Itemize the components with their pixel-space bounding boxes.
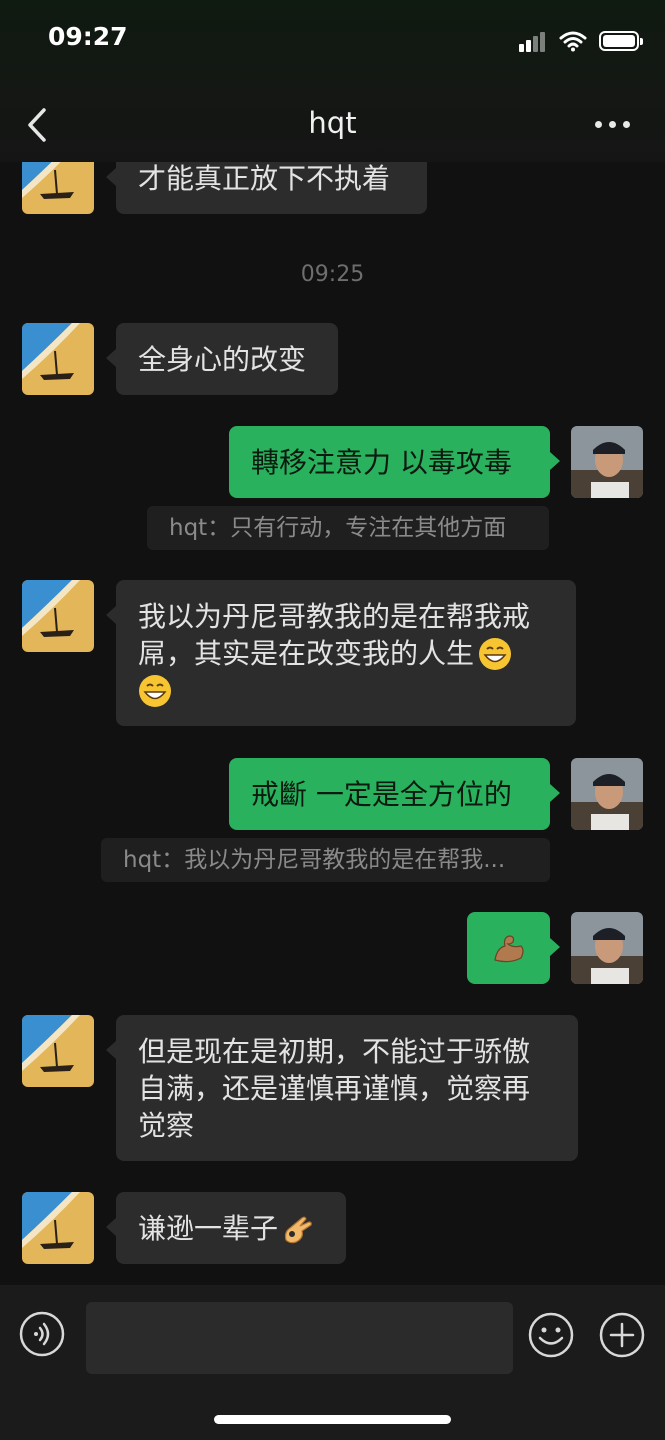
status-time: 09:27 xyxy=(48,22,128,51)
dot-icon xyxy=(623,120,630,128)
sent-message-bubble[interactable]: 轉移注意力 以毒攻毒 xyxy=(229,426,560,498)
message-text: 全身心的改变 xyxy=(138,343,307,376)
message-text-line: 自满，还是谨慎再谨慎，觉察再 xyxy=(138,1072,531,1105)
emoji-line xyxy=(138,672,554,709)
my-avatar[interactable] xyxy=(571,912,643,984)
more-options-button[interactable] xyxy=(595,118,635,130)
message-text: 才能真正放下不执着 xyxy=(138,162,391,195)
wifi-icon xyxy=(559,31,587,52)
contact-avatar[interactable] xyxy=(22,323,94,395)
voice-icon xyxy=(19,1311,65,1357)
message-bubble[interactable]: 谦逊一辈子 xyxy=(106,1192,346,1264)
battery-icon xyxy=(599,31,643,51)
ok-hand-emoji-icon xyxy=(284,1216,312,1243)
quoted-reply[interactable]: hqt：我以为丹尼哥教我的是在帮我... xyxy=(101,838,550,882)
smiley-icon xyxy=(528,1312,574,1358)
message-input[interactable] xyxy=(86,1302,513,1374)
top-bar: 09:27 hqt xyxy=(0,0,665,162)
quoted-reply[interactable]: hqt：只有行动，专注在其他方面 xyxy=(147,506,549,550)
message-text-line: 但是现在是初期，不能过于骄傲 xyxy=(138,1035,531,1068)
message-bubble[interactable]: 但是现在是初期，不能过于骄傲 自满，还是谨慎再谨慎，觉察再 觉察 xyxy=(106,1015,578,1161)
grinning-face-emoji-icon xyxy=(479,637,512,670)
message-bubble[interactable]: 全身心的改变 xyxy=(106,323,338,395)
plus-circle-icon xyxy=(599,1312,645,1358)
dot-icon xyxy=(609,120,616,128)
grinning-face-emoji-icon xyxy=(139,674,171,707)
emoji-button[interactable] xyxy=(527,1311,575,1359)
cellular-signal-icon xyxy=(519,30,547,52)
status-icons xyxy=(519,28,643,54)
sent-message-bubble[interactable] xyxy=(467,912,560,984)
message-text-line-with-emoji: 屌，其实是在改变我的人生 xyxy=(138,635,554,672)
message-bubble[interactable]: 我以为丹尼哥教我的是在帮我戒 屌，其实是在改变我的人生 xyxy=(106,580,576,726)
message-text-line: 我以为丹尼哥教我的是在帮我戒 xyxy=(138,600,531,633)
contact-avatar[interactable] xyxy=(22,1192,94,1264)
voice-input-button[interactable] xyxy=(19,1311,65,1357)
message-text: 轉移注意力 以毒攻毒 xyxy=(251,446,512,479)
message-text: 戒斷 一定是全方位的 xyxy=(251,778,512,811)
my-avatar[interactable] xyxy=(571,426,643,498)
chat-title: hqt xyxy=(308,106,357,140)
home-indicator xyxy=(214,1415,451,1424)
input-bar xyxy=(0,1285,665,1440)
flexed-biceps-emoji-icon xyxy=(493,935,524,963)
dot-icon xyxy=(595,120,602,128)
sent-message-bubble[interactable]: 戒斷 一定是全方位的 xyxy=(229,758,560,830)
message-text-line: 觉察 xyxy=(138,1109,195,1142)
chat-area[interactable]: 才能真正放下不执着 09:25 全身心的改变 轉移注意力 以毒攻毒 hqt：只有… xyxy=(0,0,665,1285)
message-text: 谦逊一辈子 xyxy=(138,1212,279,1245)
message-text: 屌，其实是在改变我的人生 xyxy=(138,637,475,670)
my-avatar[interactable] xyxy=(571,758,643,830)
contact-avatar[interactable] xyxy=(22,580,94,652)
message-timestamp: 09:25 xyxy=(300,262,365,287)
add-button[interactable] xyxy=(598,1311,646,1359)
contact-avatar[interactable] xyxy=(22,1015,94,1087)
